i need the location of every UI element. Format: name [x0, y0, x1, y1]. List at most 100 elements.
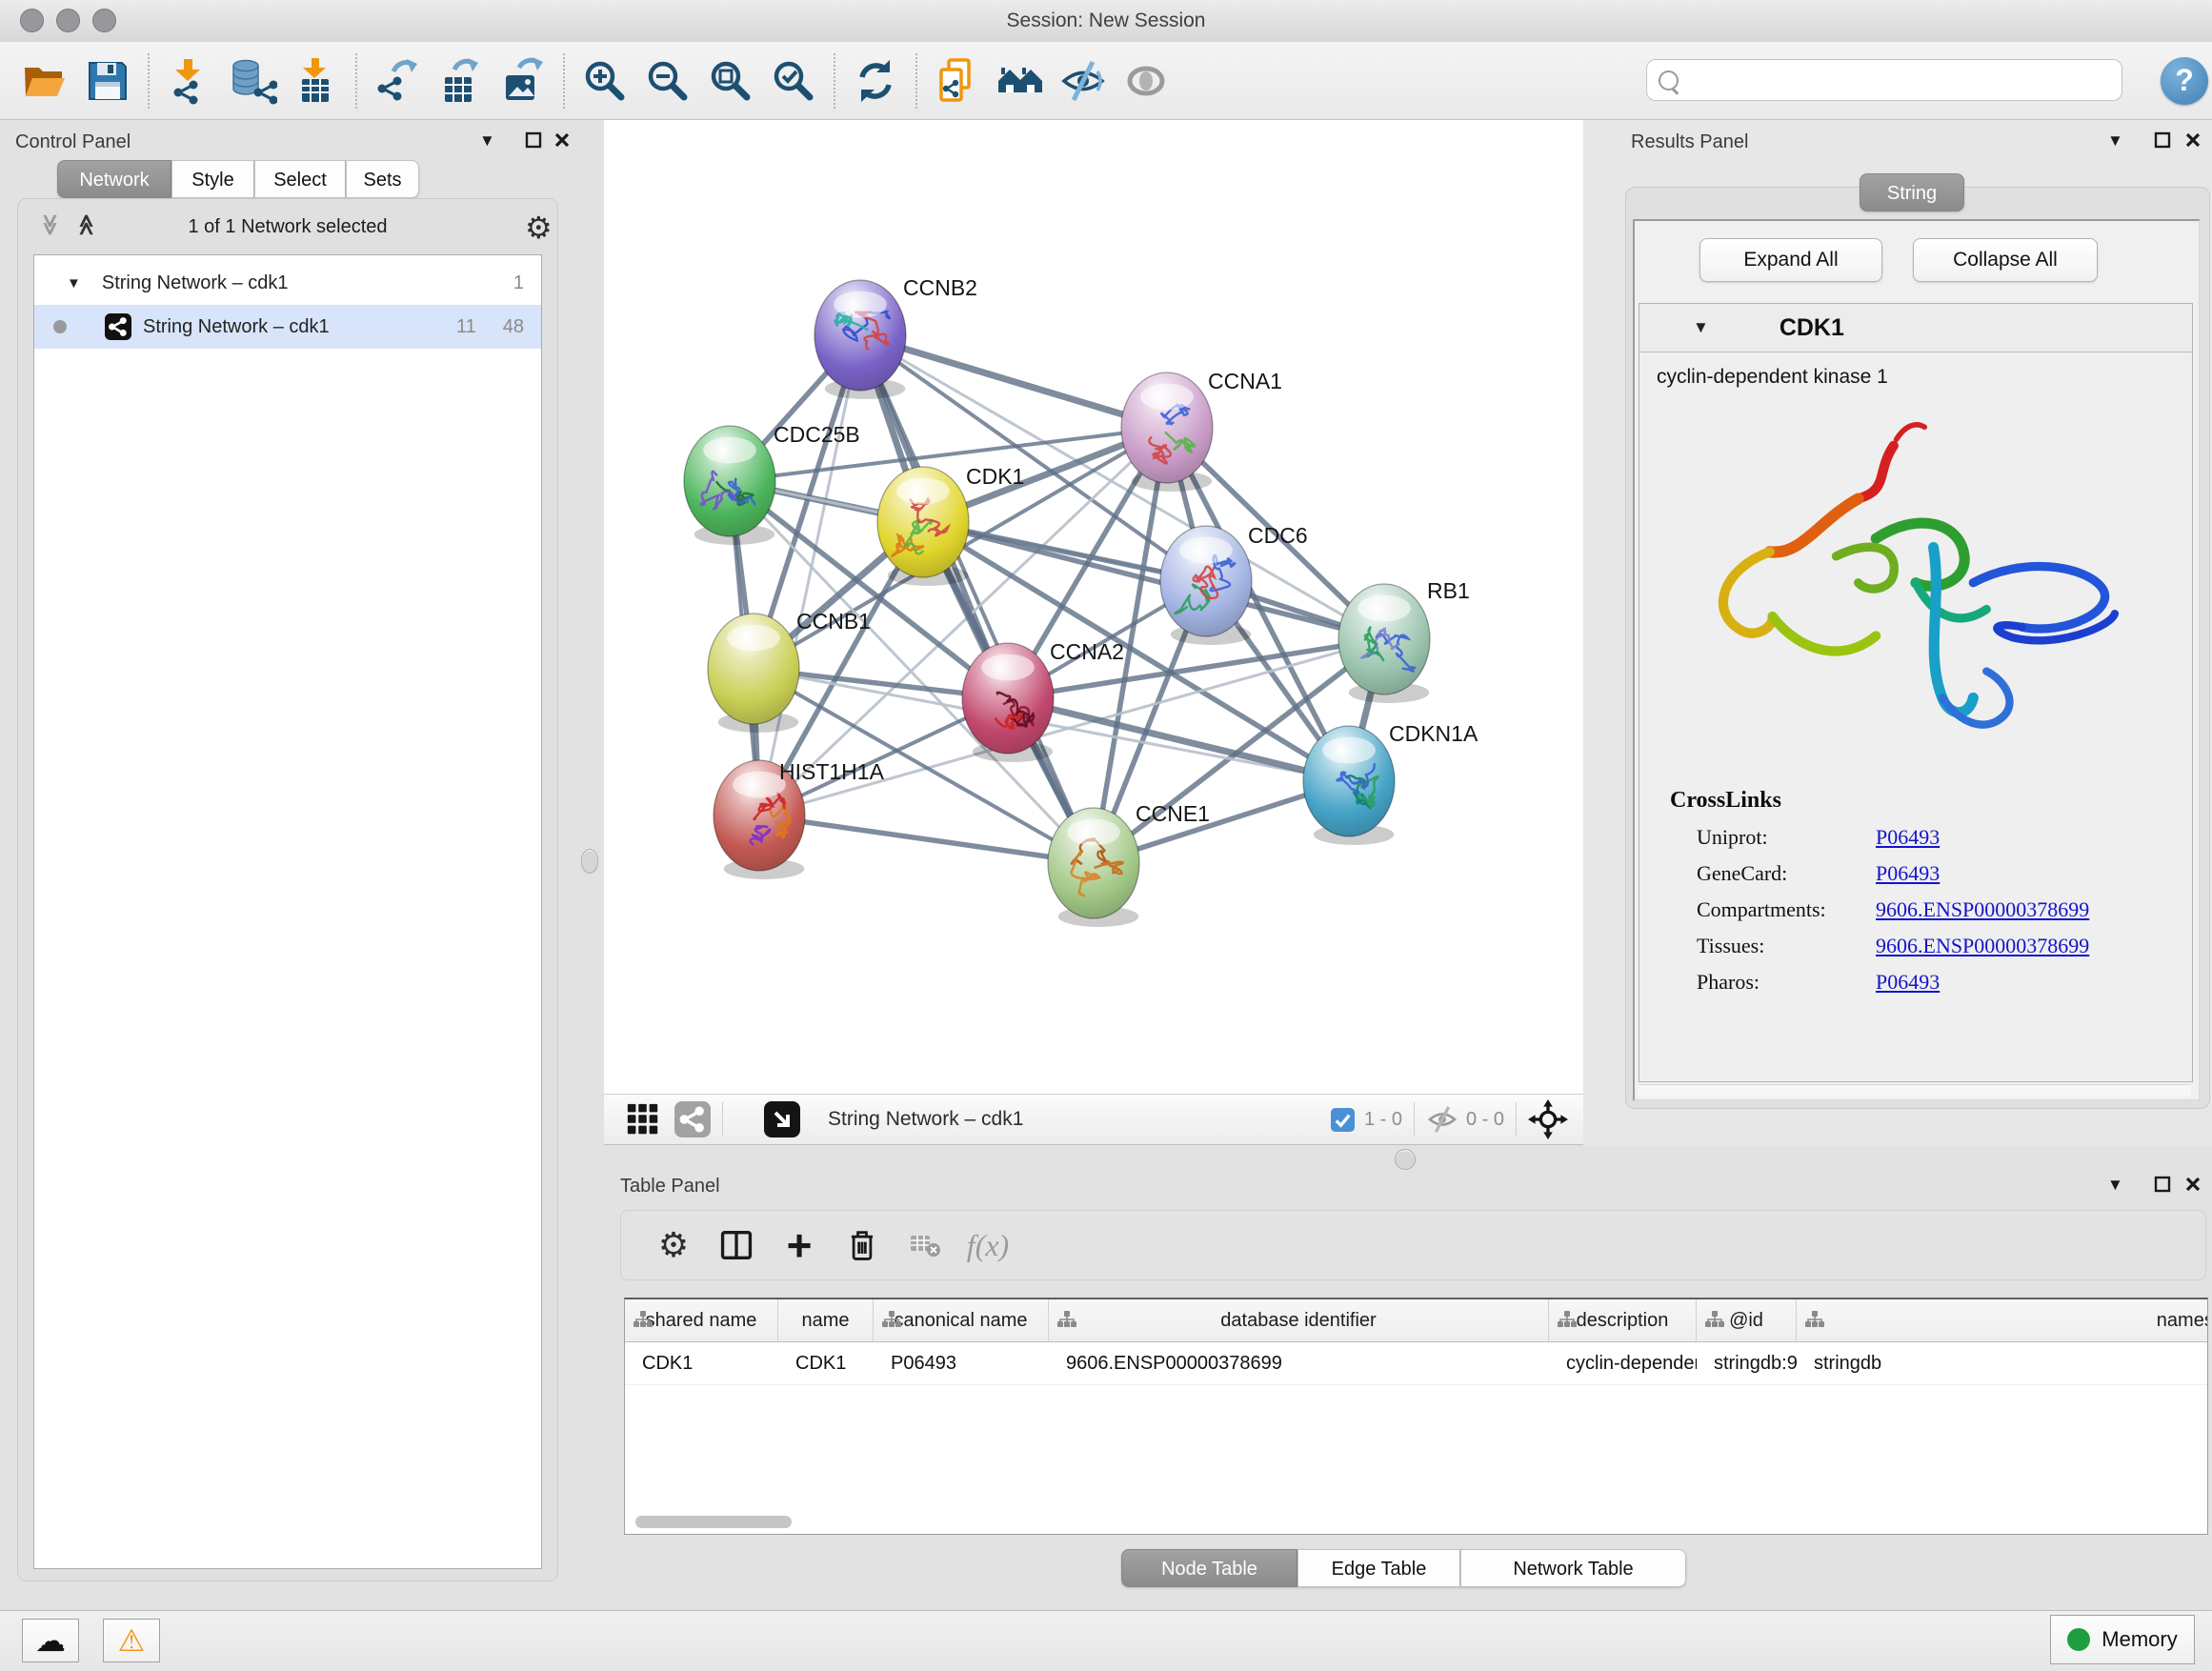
network-row[interactable]: String Network – cdk1 11 48 — [34, 305, 541, 349]
table-panel-menu-icon[interactable]: ▼ — [2107, 1176, 2123, 1195]
zoom-fit-button[interactable] — [699, 51, 762, 111]
network-options-gear-icon[interactable]: ⚙ — [525, 212, 553, 243]
results-panel-menu-icon[interactable]: ▼ — [2107, 131, 2123, 151]
tab-network[interactable]: Network — [57, 160, 171, 198]
results-horizontal-scrollbar[interactable] — [1639, 1084, 2191, 1097]
detach-view-icon[interactable] — [763, 1100, 801, 1138]
home-button[interactable] — [989, 51, 1052, 111]
collapse-all-button[interactable]: Collapse All — [1913, 238, 2098, 282]
crosslink-link[interactable]: 9606.ENSP00000378699 — [1876, 897, 2089, 922]
close-panel-icon[interactable] — [2183, 1175, 2202, 1198]
network-node-RB1[interactable]: RB1 — [1338, 578, 1470, 703]
zoom-in-button[interactable] — [573, 51, 636, 111]
fit-content-crosshair-icon[interactable] — [1528, 1099, 1568, 1139]
network-node-CDKN1A[interactable]: CDKN1A — [1303, 721, 1478, 845]
string-results-pane: Expand All Collapse All ▼ CDK1 cyclin-de… — [1633, 219, 2201, 1101]
import-network-button[interactable] — [158, 51, 221, 111]
table-row[interactable]: CDK1CDK1P064939606.ENSP00000378699cyclin… — [625, 1342, 2207, 1385]
crosslink-link[interactable]: P06493 — [1876, 970, 1940, 995]
svg-text:HIST1H1A: HIST1H1A — [779, 759, 885, 784]
open-session-button[interactable] — [13, 51, 76, 111]
results-panel: Results Panel ▼ String Expand All Collap… — [1583, 120, 2212, 1145]
float-panel-icon[interactable] — [2153, 1175, 2172, 1198]
table-cell: CDK1 — [625, 1342, 778, 1384]
table-cell: CDK1 — [778, 1342, 874, 1384]
column-header--id[interactable]: @id — [1697, 1299, 1797, 1341]
column-header-canonical-name[interactable]: canonical name — [874, 1299, 1049, 1341]
warnings-button[interactable]: ⚠ — [103, 1619, 160, 1662]
tab-select[interactable]: Select — [254, 160, 346, 198]
network-node-CCNA1[interactable]: CCNA1 — [1121, 369, 1282, 492]
export-image-button[interactable] — [492, 51, 554, 111]
close-panel-icon[interactable] — [2183, 131, 2202, 154]
network-badge-icon[interactable] — [674, 1101, 711, 1137]
close-panel-icon[interactable] — [553, 131, 572, 154]
column-header-name[interactable]: name — [778, 1299, 874, 1341]
tab-sets[interactable]: Sets — [346, 160, 419, 198]
tab-string[interactable]: String — [1860, 173, 1964, 211]
column-header-namespace[interactable]: namespace — [1797, 1299, 2208, 1341]
grid-view-icon[interactable] — [625, 1101, 661, 1137]
hide-details-button[interactable] — [1052, 51, 1115, 111]
column-header-description[interactable]: description — [1549, 1299, 1697, 1341]
network-graph[interactable]: CCNB2CCNA1CDC25BCDK1CDC6RB1CCNB1CCNA2CDK… — [604, 120, 1583, 1094]
export-table-button[interactable] — [429, 51, 492, 111]
import-database-button[interactable] — [221, 51, 284, 111]
memory-button[interactable]: Memory — [2050, 1615, 2195, 1664]
show-details-button[interactable] — [1115, 51, 1177, 111]
crosslinks-list: Uniprot:P06493GeneCard:P06493Compartment… — [1639, 825, 2192, 995]
tab-style[interactable]: Style — [171, 160, 254, 198]
memory-status-dot — [2067, 1628, 2090, 1651]
column-header-shared-name[interactable]: shared name — [625, 1299, 778, 1341]
tab-node-table[interactable]: Node Table — [1121, 1549, 1297, 1587]
network-node-CCNB2[interactable]: CCNB2 — [814, 275, 977, 399]
save-session-button[interactable] — [76, 51, 139, 111]
crosslink-row: GeneCard:P06493 — [1697, 861, 2192, 886]
tab-network-table[interactable]: Network Table — [1460, 1549, 1686, 1587]
network-canvas[interactable]: CCNB2CCNA1CDC25BCDK1CDC6RB1CCNB1CCNA2CDK… — [604, 120, 1584, 1094]
duplicate-network-button[interactable] — [926, 51, 989, 111]
network-name: String Network – cdk1 — [143, 316, 330, 338]
network-node-CCNE1[interactable]: CCNE1 — [1048, 801, 1210, 927]
crosslink-link[interactable]: P06493 — [1876, 861, 1940, 886]
crosslink-link[interactable]: 9606.ENSP00000378699 — [1876, 934, 2089, 958]
export-network-button[interactable] — [366, 51, 429, 111]
tab-edge-table[interactable]: Edge Table — [1297, 1549, 1460, 1587]
crosslink-row: Compartments:9606.ENSP00000378699 — [1697, 897, 2192, 922]
search-box[interactable] — [1646, 59, 2122, 101]
add-column-icon[interactable]: + — [768, 1217, 831, 1274]
selected-checkbox-icon[interactable] — [1331, 1108, 1355, 1132]
expand-all-button[interactable]: Expand All — [1699, 238, 1882, 282]
control-panel-menu-icon[interactable]: ▼ — [479, 131, 495, 151]
zoom-selected-button[interactable] — [762, 51, 825, 111]
show-columns-icon[interactable] — [705, 1217, 768, 1274]
column-header-database-identifier[interactable]: database identifier — [1049, 1299, 1549, 1341]
collapse-entry-icon[interactable]: ▼ — [1693, 318, 1709, 337]
table-body: CDK1CDK1P064939606.ENSP00000378699cyclin… — [625, 1342, 2207, 1385]
network-node-CCNA2[interactable]: CCNA2 — [962, 639, 1124, 762]
float-panel-icon[interactable] — [2153, 131, 2172, 154]
delete-column-trash-icon[interactable] — [831, 1217, 894, 1274]
help-button[interactable]: ? — [2161, 57, 2208, 105]
table-settings-gear-icon[interactable]: ⚙ — [642, 1217, 705, 1274]
search-input[interactable] — [1688, 69, 2122, 92]
network-view-title: String Network – cdk1 — [828, 1108, 1023, 1131]
network-collection-row[interactable]: ▼ String Network – cdk1 1 — [34, 261, 541, 305]
apply-layout-button[interactable] — [844, 51, 907, 111]
node-result-header[interactable]: ▼ CDK1 — [1639, 304, 2192, 352]
table-horizontal-scrollbar[interactable] — [635, 1516, 792, 1528]
network-node-HIST1H1A[interactable]: HIST1H1A — [714, 759, 885, 879]
svg-text:CCNA1: CCNA1 — [1208, 369, 1282, 393]
hidden-eye-icon[interactable] — [1426, 1103, 1458, 1136]
import-table-button[interactable] — [284, 51, 347, 111]
left-splitter-handle[interactable] — [581, 849, 598, 874]
network-node-CCNB1[interactable]: CCNB1 — [708, 609, 871, 733]
network-node-CDC6[interactable]: CDC6 — [1160, 523, 1308, 645]
bottom-splitter-handle[interactable] — [1395, 1149, 1416, 1170]
node-description: cyclin-dependent kinase 1 — [1639, 352, 2192, 389]
float-panel-icon[interactable] — [524, 131, 543, 154]
zoom-out-button[interactable] — [636, 51, 699, 111]
cloud-button[interactable]: ☁ — [22, 1619, 79, 1662]
crosslink-link[interactable]: P06493 — [1876, 825, 1940, 850]
collection-expand-icon[interactable]: ▼ — [67, 275, 81, 292]
